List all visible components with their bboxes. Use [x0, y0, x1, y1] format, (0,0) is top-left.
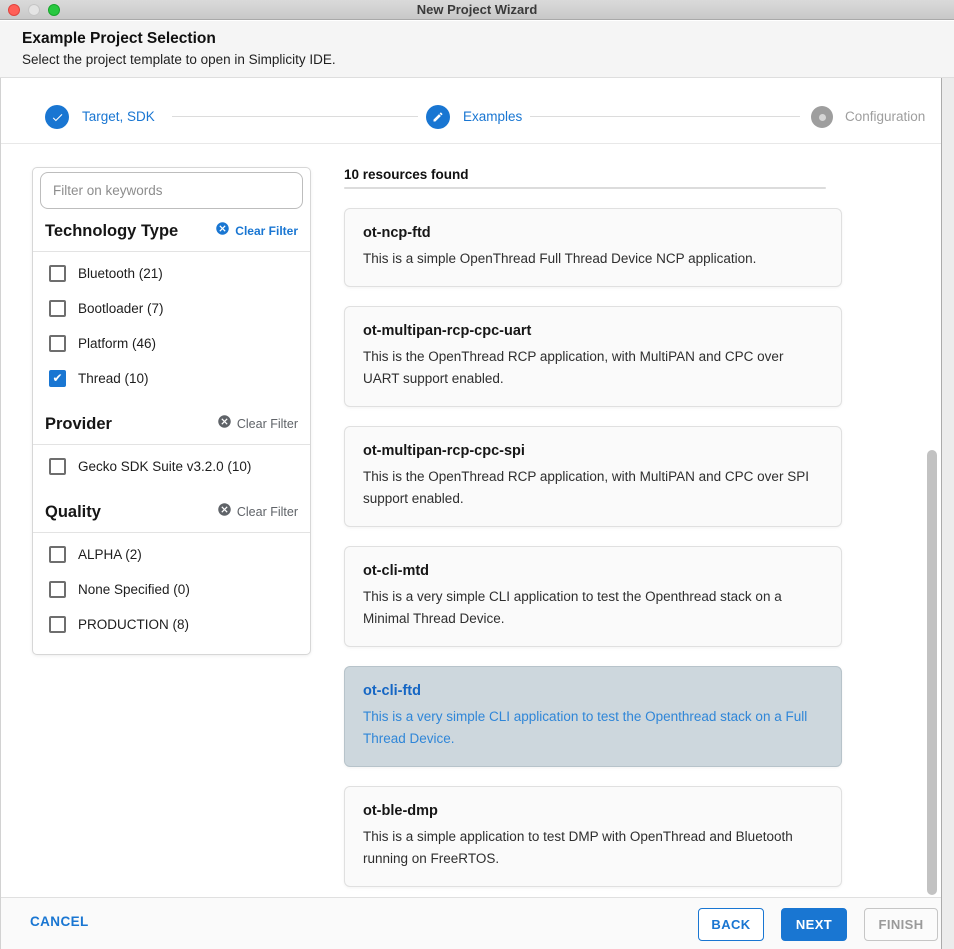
filter-option-production[interactable]: PRODUCTION (8) [33, 607, 310, 642]
step-label-configuration[interactable]: Configuration [845, 109, 925, 125]
clear-filter-label: Clear Filter [237, 417, 298, 431]
clear-filter-button-provider[interactable]: Clear Filter [217, 414, 298, 434]
window-right-edge [941, 78, 954, 949]
clear-filter-label: Clear Filter [237, 505, 298, 519]
example-description: This is a very simple CLI application to… [363, 706, 823, 750]
checkbox[interactable] [49, 581, 66, 598]
cancel-button[interactable]: CANCEL [30, 914, 89, 929]
filter-option-alpha[interactable]: ALPHA (2) [33, 537, 310, 572]
filter-option-thread[interactable]: Thread (10) [33, 361, 310, 396]
filter-option-none-specified[interactable]: None Specified (0) [33, 572, 310, 607]
checkbox[interactable] [49, 265, 66, 282]
divider [344, 187, 826, 189]
example-results-list: 10 resources found ot-ncp-ftd This is a … [344, 160, 928, 887]
finish-button[interactable]: FINISH [864, 908, 938, 941]
window-left-edge [0, 78, 1, 949]
section-title: Quality [45, 503, 101, 522]
example-card-ot-multipan-rcp-cpc-uart[interactable]: ot-multipan-rcp-cpc-uart This is the Ope… [344, 306, 842, 407]
filter-option-bootloader[interactable]: Bootloader (7) [33, 291, 310, 326]
option-label: PRODUCTION (8) [78, 617, 189, 632]
filter-option-platform[interactable]: Platform (46) [33, 326, 310, 361]
example-card-ot-cli-mtd[interactable]: ot-cli-mtd This is a very simple CLI app… [344, 546, 842, 647]
filter-section-header-provider: Provider Clear Filter [33, 402, 310, 444]
example-card-ot-ble-dmp[interactable]: ot-ble-dmp This is a simple application … [344, 786, 842, 887]
quality-options: ALPHA (2) None Specified (0) PRODUCTION … [33, 533, 310, 648]
example-name: ot-cli-ftd [363, 681, 823, 701]
step-configuration[interactable] [811, 106, 833, 128]
option-label: Platform (46) [78, 336, 156, 351]
provider-options: Gecko SDK Suite v3.2.0 (10) [33, 445, 310, 490]
option-label: ALPHA (2) [78, 547, 142, 562]
example-description: This is the OpenThread RCP application, … [363, 346, 823, 390]
wizard-header: Example Project Selection Select the pro… [0, 21, 954, 78]
clear-filter-icon [217, 414, 232, 434]
section-title: Technology Type [45, 222, 178, 241]
checkbox[interactable] [49, 616, 66, 633]
clear-filter-icon [217, 502, 232, 522]
step-label-examples[interactable]: Examples [463, 109, 522, 125]
results-count: 10 resources found [344, 160, 928, 187]
example-name: ot-ncp-ftd [363, 223, 823, 243]
checkbox[interactable] [49, 370, 66, 387]
stepper-connector [172, 116, 418, 117]
example-name: ot-multipan-rcp-cpc-spi [363, 441, 823, 461]
option-label: Gecko SDK Suite v3.2.0 (10) [78, 459, 251, 474]
option-label: Bluetooth (21) [78, 266, 163, 281]
title-bar: New Project Wizard [0, 0, 954, 20]
example-description: This is a simple application to test DMP… [363, 826, 823, 870]
example-name: ot-multipan-rcp-cpc-uart [363, 321, 823, 341]
filter-section-header-technology: Technology Type Clear Filter [33, 209, 310, 251]
pencil-icon [432, 111, 444, 123]
example-card-ot-ncp-ftd[interactable]: ot-ncp-ftd This is a simple OpenThread F… [344, 208, 842, 287]
step-label-target-sdk[interactable]: Target, SDK [82, 109, 155, 125]
clear-filter-icon [215, 221, 230, 241]
example-name: ot-ble-dmp [363, 801, 823, 821]
filter-panel: Technology Type Clear Filter Bluetooth (… [32, 167, 311, 655]
stepper-connector [530, 116, 800, 117]
new-project-wizard-window: New Project Wizard Example Project Selec… [0, 0, 954, 949]
clear-filter-button-quality[interactable]: Clear Filter [217, 502, 298, 522]
checkbox[interactable] [49, 335, 66, 352]
option-label: None Specified (0) [78, 582, 190, 597]
results-scrollbar-thumb[interactable] [927, 450, 937, 895]
example-card-ot-cli-ftd[interactable]: ot-cli-ftd This is a very simple CLI app… [344, 666, 842, 767]
example-description: This is a simple OpenThread Full Thread … [363, 248, 823, 270]
checkbox[interactable] [49, 458, 66, 475]
filter-option-gecko-sdk[interactable]: Gecko SDK Suite v3.2.0 (10) [33, 449, 310, 484]
filter-section-header-quality: Quality Clear Filter [33, 490, 310, 532]
clear-filter-button-technology[interactable]: Clear Filter [215, 221, 298, 241]
example-description: This is a very simple CLI application to… [363, 586, 823, 630]
section-title: Provider [45, 415, 112, 434]
option-label: Thread (10) [78, 371, 149, 386]
step-target-sdk[interactable] [45, 105, 69, 129]
clear-filter-label: Clear Filter [235, 224, 298, 238]
example-name: ot-cli-mtd [363, 561, 823, 581]
example-card-ot-multipan-rcp-cpc-spi[interactable]: ot-multipan-rcp-cpc-spi This is the Open… [344, 426, 842, 527]
wizard-stepper: Target, SDK Examples Configuration [0, 78, 954, 144]
option-label: Bootloader (7) [78, 301, 164, 316]
page-title: Example Project Selection [22, 30, 954, 48]
window-title: New Project Wizard [0, 0, 954, 20]
checkbox[interactable] [49, 546, 66, 563]
check-icon [51, 111, 64, 124]
page-subtitle: Select the project template to open in S… [22, 52, 954, 67]
checkbox[interactable] [49, 300, 66, 317]
back-button[interactable]: BACK [698, 908, 764, 941]
filter-option-bluetooth[interactable]: Bluetooth (21) [33, 256, 310, 291]
next-button[interactable]: NEXT [781, 908, 847, 941]
wizard-footer: CANCEL BACK NEXT FINISH [0, 897, 954, 949]
technology-options: Bluetooth (21) Bootloader (7) Platform (… [33, 252, 310, 402]
example-description: This is the OpenThread RCP application, … [363, 466, 823, 510]
step-examples[interactable] [426, 105, 450, 129]
keyword-filter-input[interactable] [40, 172, 303, 209]
